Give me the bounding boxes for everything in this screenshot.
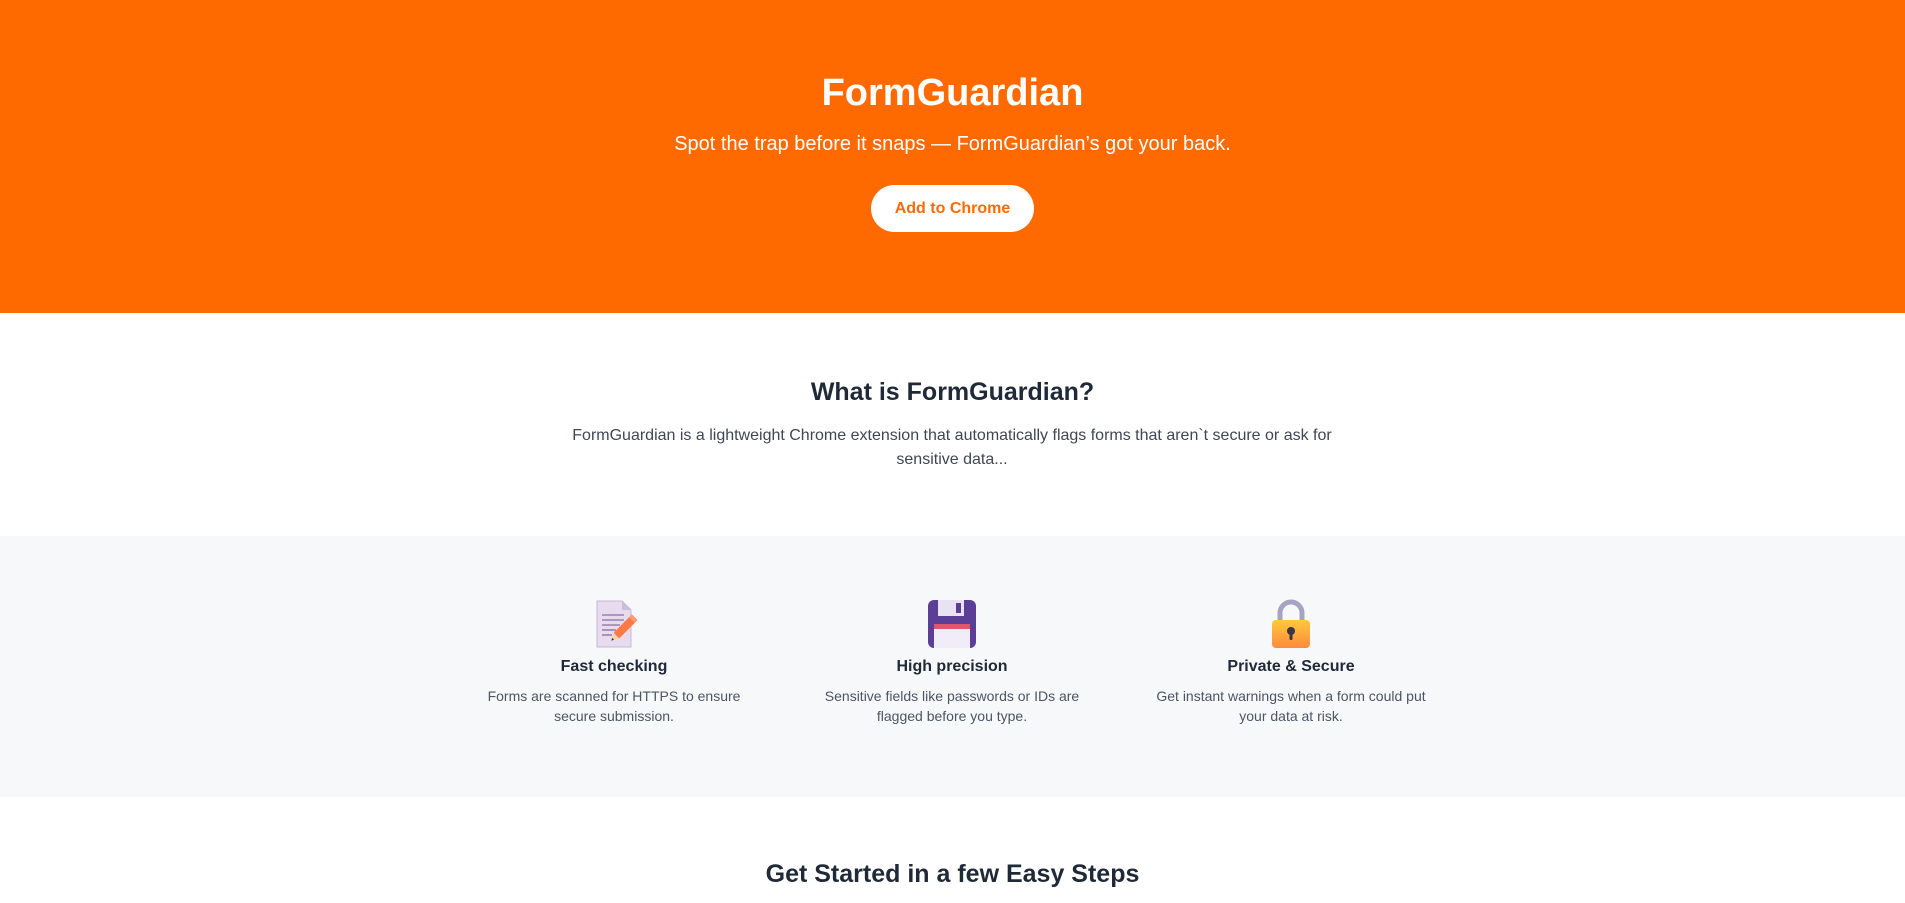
feature-card-private-secure: Private & Secure Get instant warnings wh…	[1141, 598, 1441, 726]
feature-description: Sensitive fields like passwords or IDs a…	[824, 688, 1080, 724]
feature-card-high-precision: High precision Sensitive fields like pas…	[802, 598, 1102, 726]
feature-title: Private & Secure	[1227, 658, 1355, 675]
about-title: What is FormGuardian?	[810, 378, 1095, 406]
feature-card-fast-checking: Fast checking Forms are scanned for HTTP…	[464, 598, 764, 726]
about-section: What is FormGuardian? FormGuardian is a …	[0, 313, 1905, 536]
hero-subtitle: Spot the trap before it snaps — FormGuar…	[674, 133, 1231, 155]
add-to-chrome-button[interactable]: Add to Chrome	[871, 185, 1034, 232]
floppy-disk-icon	[928, 600, 976, 648]
feature-title: High precision	[896, 658, 1008, 675]
memo-pencil-icon	[596, 600, 638, 648]
feature-description: Get instant warnings when a form could p…	[1156, 688, 1426, 724]
hero-title: FormGuardian	[821, 72, 1084, 114]
feature-description: Forms are scanned for HTTPS to ensure se…	[487, 688, 741, 724]
features-section: Fast checking Forms are scanned for HTTP…	[0, 536, 1905, 797]
padlock-icon	[1272, 599, 1310, 648]
hero-section: FormGuardian Spot the trap before it sna…	[0, 0, 1905, 313]
get-started-section: Get Started in a few Easy Steps	[0, 797, 1905, 903]
feature-title: Fast checking	[560, 658, 668, 675]
steps-title: Get Started in a few Easy Steps	[765, 860, 1140, 888]
about-text: FormGuardian is a lightweight Chrome ext…	[572, 427, 1332, 468]
landing-page: FormGuardian Spot the trap before it sna…	[0, 0, 1905, 903]
